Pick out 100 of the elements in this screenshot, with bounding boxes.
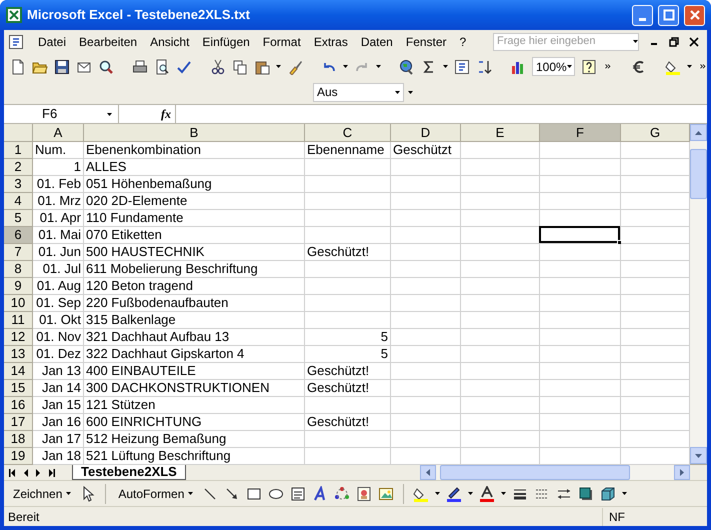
- help-search-field[interactable]: Frage hier eingeben: [493, 32, 639, 50]
- row-header[interactable]: 18: [4, 431, 33, 448]
- menu-item[interactable]: Bearbeiten: [73, 30, 144, 52]
- help-icon[interactable]: [580, 58, 597, 74]
- table-cell: 051 Höhenbemaßung: [84, 176, 305, 193]
- scrollbar-thumb[interactable]: [440, 465, 630, 480]
- skip-icon[interactable]: [48, 468, 55, 476]
- document-icon[interactable]: [8, 34, 24, 50]
- close-button[interactable]: [684, 4, 705, 26]
- menu-item[interactable]: Format: [256, 30, 307, 52]
- skip-icon[interactable]: [9, 468, 16, 476]
- menu-item[interactable]: Einfügen: [196, 30, 256, 52]
- column-header[interactable]: B: [84, 124, 305, 142]
- row-header[interactable]: 5: [4, 210, 33, 227]
- zoom-field[interactable]: 100%: [532, 57, 575, 76]
- clipart-icon[interactable]: [356, 486, 372, 502]
- menu-item[interactable]: Daten: [354, 30, 399, 52]
- dropdown-arrow-icon[interactable]: [395, 90, 400, 94]
- image-icon[interactable]: [378, 486, 394, 502]
- row-header[interactable]: 1: [4, 142, 33, 159]
- caret-icon[interactable]: [66, 492, 72, 495]
- row-header[interactable]: 4: [4, 193, 33, 210]
- caret-icon[interactable]: [188, 492, 194, 495]
- scroll-right-button[interactable]: [674, 465, 690, 480]
- scroll-up-button[interactable]: [690, 124, 707, 141]
- column-header[interactable]: F: [540, 124, 621, 142]
- cut-icon[interactable]: [210, 58, 226, 74]
- cube-icon[interactable]: [600, 486, 616, 502]
- dropdown-arrow-icon[interactable]: [566, 65, 572, 68]
- column-header[interactable]: C: [305, 124, 391, 142]
- sort-icon[interactable]: [476, 58, 492, 74]
- globe-icon[interactable]: [399, 58, 415, 74]
- font-color-icon[interactable]: [479, 486, 496, 502]
- dropdown-arrow-icon[interactable]: [622, 492, 628, 495]
- column-header[interactable]: D: [391, 124, 461, 142]
- row-header[interactable]: 6: [4, 227, 33, 244]
- search-icon[interactable]: [98, 58, 114, 74]
- dropdown-arrow-icon[interactable]: [686, 65, 692, 68]
- function-label[interactable]: fx: [161, 105, 171, 123]
- shadow-icon[interactable]: [578, 486, 594, 502]
- maximize-button[interactable]: [658, 4, 679, 26]
- scrollbar-thumb[interactable]: [690, 149, 707, 199]
- save-icon[interactable]: [54, 58, 70, 74]
- row-header[interactable]: 10: [4, 295, 33, 312]
- row-header[interactable]: 12: [4, 329, 33, 346]
- row-header[interactable]: 2: [4, 159, 33, 176]
- row-header[interactable]: 15: [4, 380, 33, 397]
- name-box[interactable]: F6: [4, 105, 119, 123]
- row-header[interactable]: 8: [4, 261, 33, 278]
- printer-icon[interactable]: [132, 58, 148, 74]
- minimize-button[interactable]: [632, 4, 653, 26]
- menu-item[interactable]: Datei: [32, 30, 72, 52]
- menu-item[interactable]: Extras: [308, 30, 354, 52]
- row-header[interactable]: 9: [4, 278, 33, 295]
- restore-icon[interactable]: [669, 36, 679, 46]
- font-dropdown[interactable]: Aus: [313, 82, 404, 102]
- row-header[interactable]: 16: [4, 397, 33, 414]
- column-header[interactable]: E: [461, 124, 540, 142]
- dropdown-arrow-icon[interactable]: [376, 65, 381, 68]
- draw-menu-button[interactable]: Zeichnen: [10, 484, 74, 502]
- print-preview-icon[interactable]: [154, 58, 170, 74]
- new-file-icon[interactable]: [10, 58, 26, 74]
- column-header[interactable]: A: [33, 124, 84, 142]
- text-box-icon[interactable]: [290, 486, 306, 502]
- close-icon[interactable]: [689, 36, 699, 46]
- fill-color-icon[interactable]: [413, 486, 430, 502]
- paste-icon[interactable]: [254, 58, 270, 74]
- menu-item[interactable]: ?: [454, 30, 472, 52]
- row-header[interactable]: 3: [4, 176, 33, 193]
- diagram-icon[interactable]: [334, 486, 350, 502]
- row-header[interactable]: 17: [4, 414, 33, 431]
- dropdown-arrow-icon[interactable]: [107, 112, 112, 116]
- menu-item[interactable]: Ansicht: [144, 30, 196, 52]
- fill-color-icon[interactable]: [664, 58, 681, 74]
- autoshapes-button[interactable]: AutoFormen: [115, 484, 196, 502]
- spelling-icon[interactable]: [176, 58, 192, 74]
- row-header[interactable]: 19: [4, 448, 33, 465]
- row-header[interactable]: 11: [4, 312, 33, 329]
- sheet-tab[interactable]: Testebene2XLS: [72, 465, 186, 480]
- menu-item[interactable]: Fenster: [400, 30, 453, 52]
- vertical-scrollbar[interactable]: [690, 124, 707, 464]
- row-header[interactable]: 14: [4, 363, 33, 380]
- line-color-icon[interactable]: [446, 486, 462, 502]
- dropdown-arrow-icon[interactable]: [501, 492, 506, 495]
- dropdown-arrow-icon[interactable]: [633, 40, 638, 43]
- row-header[interactable]: 7: [4, 244, 33, 261]
- scroll-left-button[interactable]: [420, 465, 436, 480]
- dropdown-arrow-icon[interactable]: [435, 492, 440, 495]
- column-header[interactable]: G: [621, 124, 690, 142]
- rectangle-icon[interactable]: [246, 486, 262, 502]
- horizontal-scrollbar[interactable]: [420, 465, 690, 480]
- scroll-down-button[interactable]: [690, 447, 707, 464]
- toolbar-options-icon[interactable]: [408, 90, 413, 94]
- copy-icon[interactable]: [232, 58, 248, 74]
- row-header[interactable]: 13: [4, 346, 33, 363]
- brush-icon[interactable]: [287, 58, 303, 74]
- dropdown-arrow-icon[interactable]: [443, 65, 448, 68]
- dropdown-arrow-icon[interactable]: [276, 65, 281, 68]
- dropdown-arrow-icon[interactable]: [468, 492, 474, 495]
- dropdown-arrow-icon[interactable]: [343, 65, 348, 68]
